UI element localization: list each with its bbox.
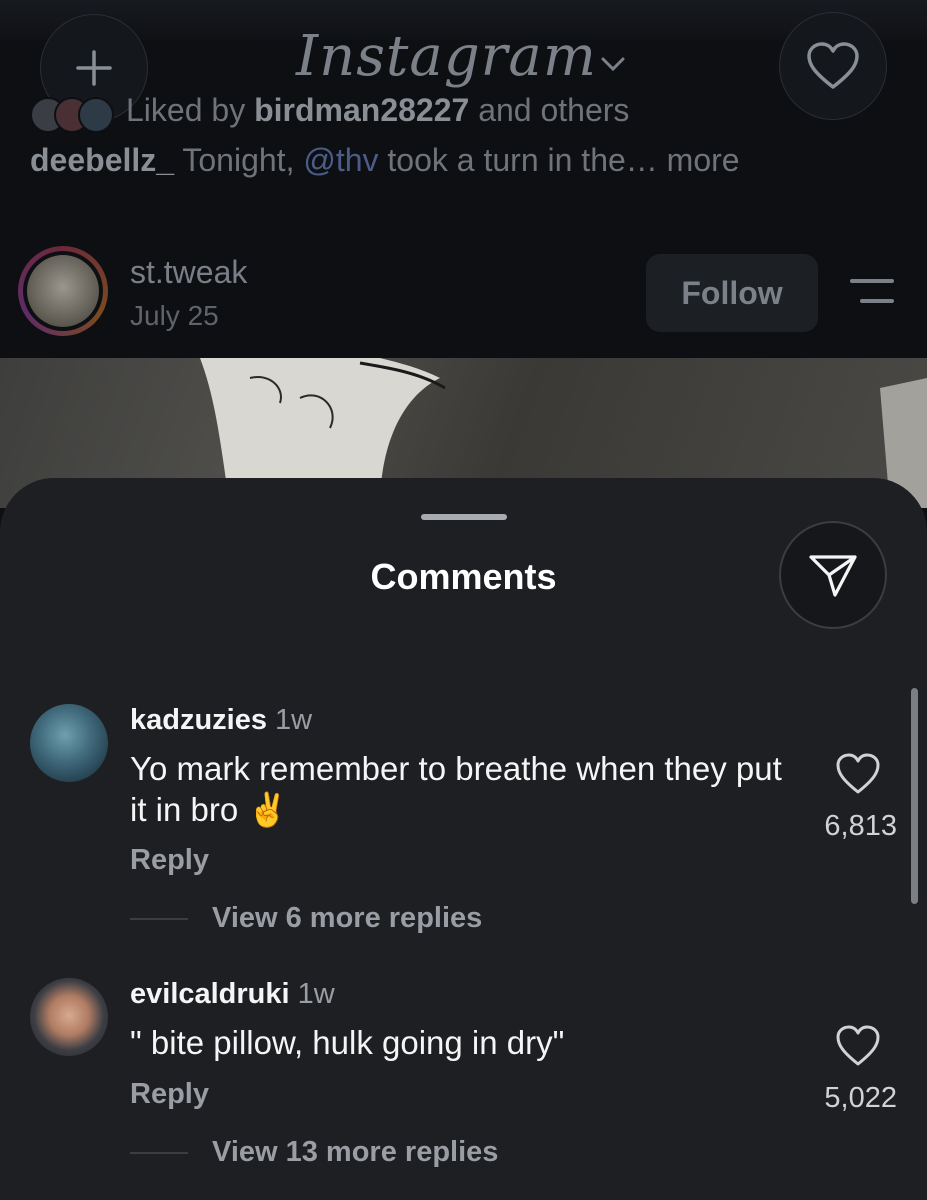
comments-sheet: Comments kadzuzies 1w Yo mark remember to… bbox=[0, 478, 927, 1200]
post-header: st.tweak July 25 Follow bbox=[18, 246, 908, 336]
caption-text-end: took a turn in the… bbox=[378, 142, 667, 178]
post-caption: deebellz_ Tonight, @thv took a turn in t… bbox=[30, 142, 740, 179]
caption-username[interactable]: deebellz_ bbox=[30, 142, 174, 178]
commenter-username-line: evilcaldruki 1w bbox=[130, 978, 335, 1011]
post-author-avatar[interactable] bbox=[18, 246, 108, 336]
comment-time: 1w bbox=[297, 978, 335, 1010]
heart-icon bbox=[807, 42, 859, 89]
view-replies-label: View 6 more replies bbox=[212, 902, 483, 934]
sheet-drag-handle[interactable] bbox=[421, 514, 507, 520]
plus-icon bbox=[76, 50, 112, 86]
liked-by-prefix: Liked by bbox=[126, 92, 246, 128]
commenter-avatar[interactable] bbox=[30, 704, 108, 782]
like-count: 6,813 bbox=[824, 810, 897, 842]
follow-button[interactable]: Follow bbox=[646, 254, 818, 332]
like-heart-icon[interactable] bbox=[834, 1022, 882, 1070]
liked-by-user[interactable]: birdman28227 bbox=[254, 92, 469, 129]
scrollbar[interactable] bbox=[911, 688, 918, 904]
liked-by-suffix: and others bbox=[478, 92, 630, 128]
like-count: 5,022 bbox=[824, 1082, 897, 1114]
comment-text: Yo mark remember to breathe when they pu… bbox=[130, 750, 782, 828]
caption-mention[interactable]: @thv bbox=[303, 142, 378, 178]
liked-by-line: Liked by birdman28227 and others bbox=[30, 92, 630, 133]
post-author-username[interactable]: st.tweak bbox=[130, 254, 247, 291]
commenter-username-line: kadzuzies 1w bbox=[130, 704, 312, 737]
comment-text: " bite pillow, hulk going in dry" bbox=[130, 1024, 565, 1061]
reply-button[interactable]: Reply bbox=[130, 1078, 209, 1111]
post-menu-icon[interactable] bbox=[848, 276, 896, 306]
liked-by-avatars bbox=[30, 93, 118, 133]
commenter-username[interactable]: kadzuzies bbox=[130, 704, 267, 736]
notifications-button[interactable] bbox=[779, 12, 887, 120]
like-heart-icon[interactable] bbox=[834, 750, 882, 798]
send-icon bbox=[809, 555, 857, 597]
instagram-logo[interactable]: Instagram bbox=[296, 24, 597, 89]
share-button[interactable] bbox=[779, 521, 887, 629]
view-replies-label: View 13 more replies bbox=[212, 1136, 499, 1168]
replies-divider bbox=[130, 1151, 188, 1154]
reply-button[interactable]: Reply bbox=[130, 844, 209, 877]
chevron-down-icon[interactable] bbox=[600, 55, 626, 73]
caption-text-start: Tonight, bbox=[174, 142, 304, 178]
commenter-username[interactable]: evilcaldruki bbox=[130, 978, 290, 1010]
replies-divider bbox=[130, 917, 188, 920]
post-date: July 25 bbox=[130, 300, 219, 331]
comment-time: 1w bbox=[275, 704, 313, 736]
view-replies-button[interactable]: View 6 more replies bbox=[130, 902, 482, 935]
caption-more-link[interactable]: more bbox=[667, 142, 740, 178]
view-replies-button[interactable]: View 13 more replies bbox=[130, 1136, 498, 1169]
commenter-avatar[interactable] bbox=[30, 978, 108, 1056]
